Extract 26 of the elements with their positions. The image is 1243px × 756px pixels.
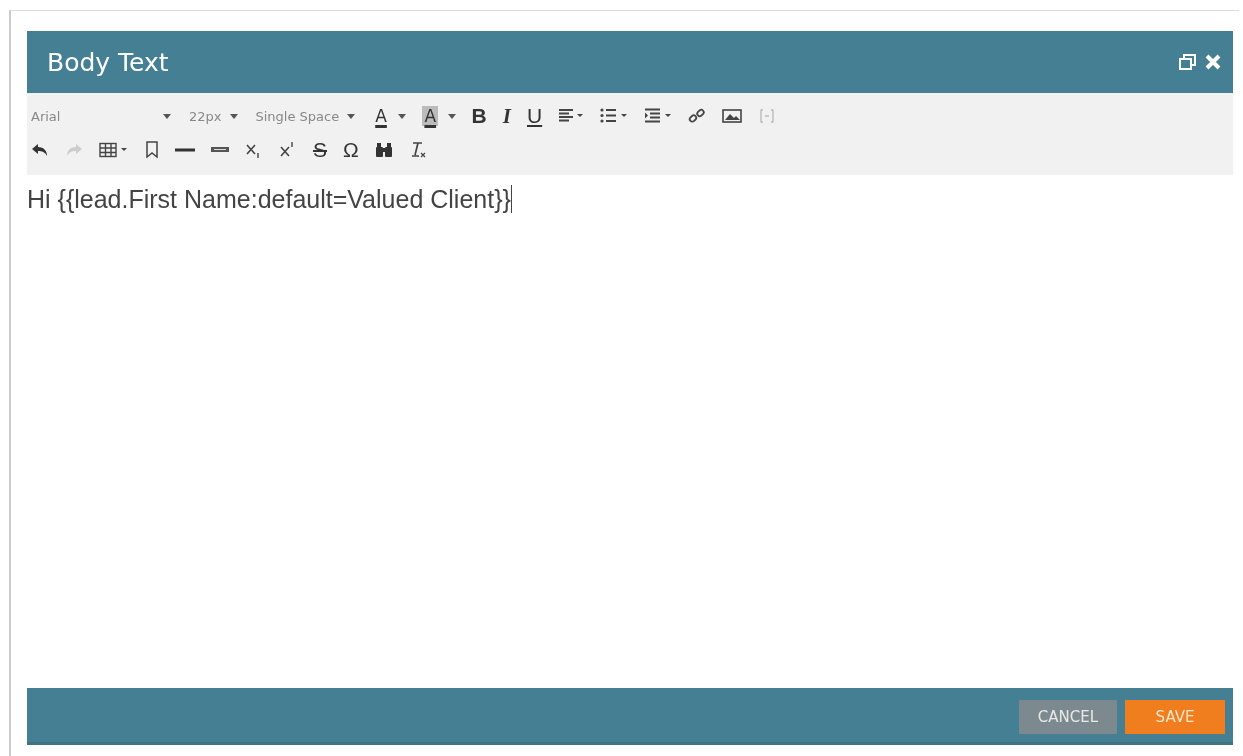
dialog-title: Body Text (47, 47, 170, 77)
underline-button[interactable]: U (526, 104, 543, 128)
bullet-list-icon[interactable] (600, 108, 629, 124)
bold-button[interactable]: B (471, 104, 487, 128)
table-icon[interactable] (99, 142, 129, 158)
caret-icon (398, 113, 407, 119)
special-character-button[interactable]: Ω (343, 138, 359, 162)
image-icon[interactable] (722, 108, 743, 124)
align-left-icon[interactable] (558, 108, 585, 124)
close-icon[interactable] (1205, 54, 1221, 70)
strikethrough-button[interactable]: S (313, 138, 327, 162)
link-icon[interactable] (688, 107, 707, 125)
indent-icon[interactable] (644, 108, 673, 124)
horizontal-line-icon[interactable] (175, 147, 195, 153)
text-color-button[interactable]: A (373, 106, 407, 126)
restore-window-icon[interactable] (1179, 53, 1197, 71)
binoculars-icon[interactable] (374, 142, 393, 158)
editor-text: Hi {{lead.First Name:default=Valued Client}} (27, 185, 512, 213)
italic-button[interactable]: I (502, 103, 511, 129)
caret-icon (163, 113, 171, 119)
html-snippet-icon[interactable] (211, 146, 229, 154)
undo-icon[interactable] (31, 142, 49, 158)
caret-icon (447, 113, 456, 119)
caret-icon (229, 113, 238, 119)
caret-icon (347, 113, 356, 119)
bookmark-icon[interactable] (145, 141, 159, 159)
